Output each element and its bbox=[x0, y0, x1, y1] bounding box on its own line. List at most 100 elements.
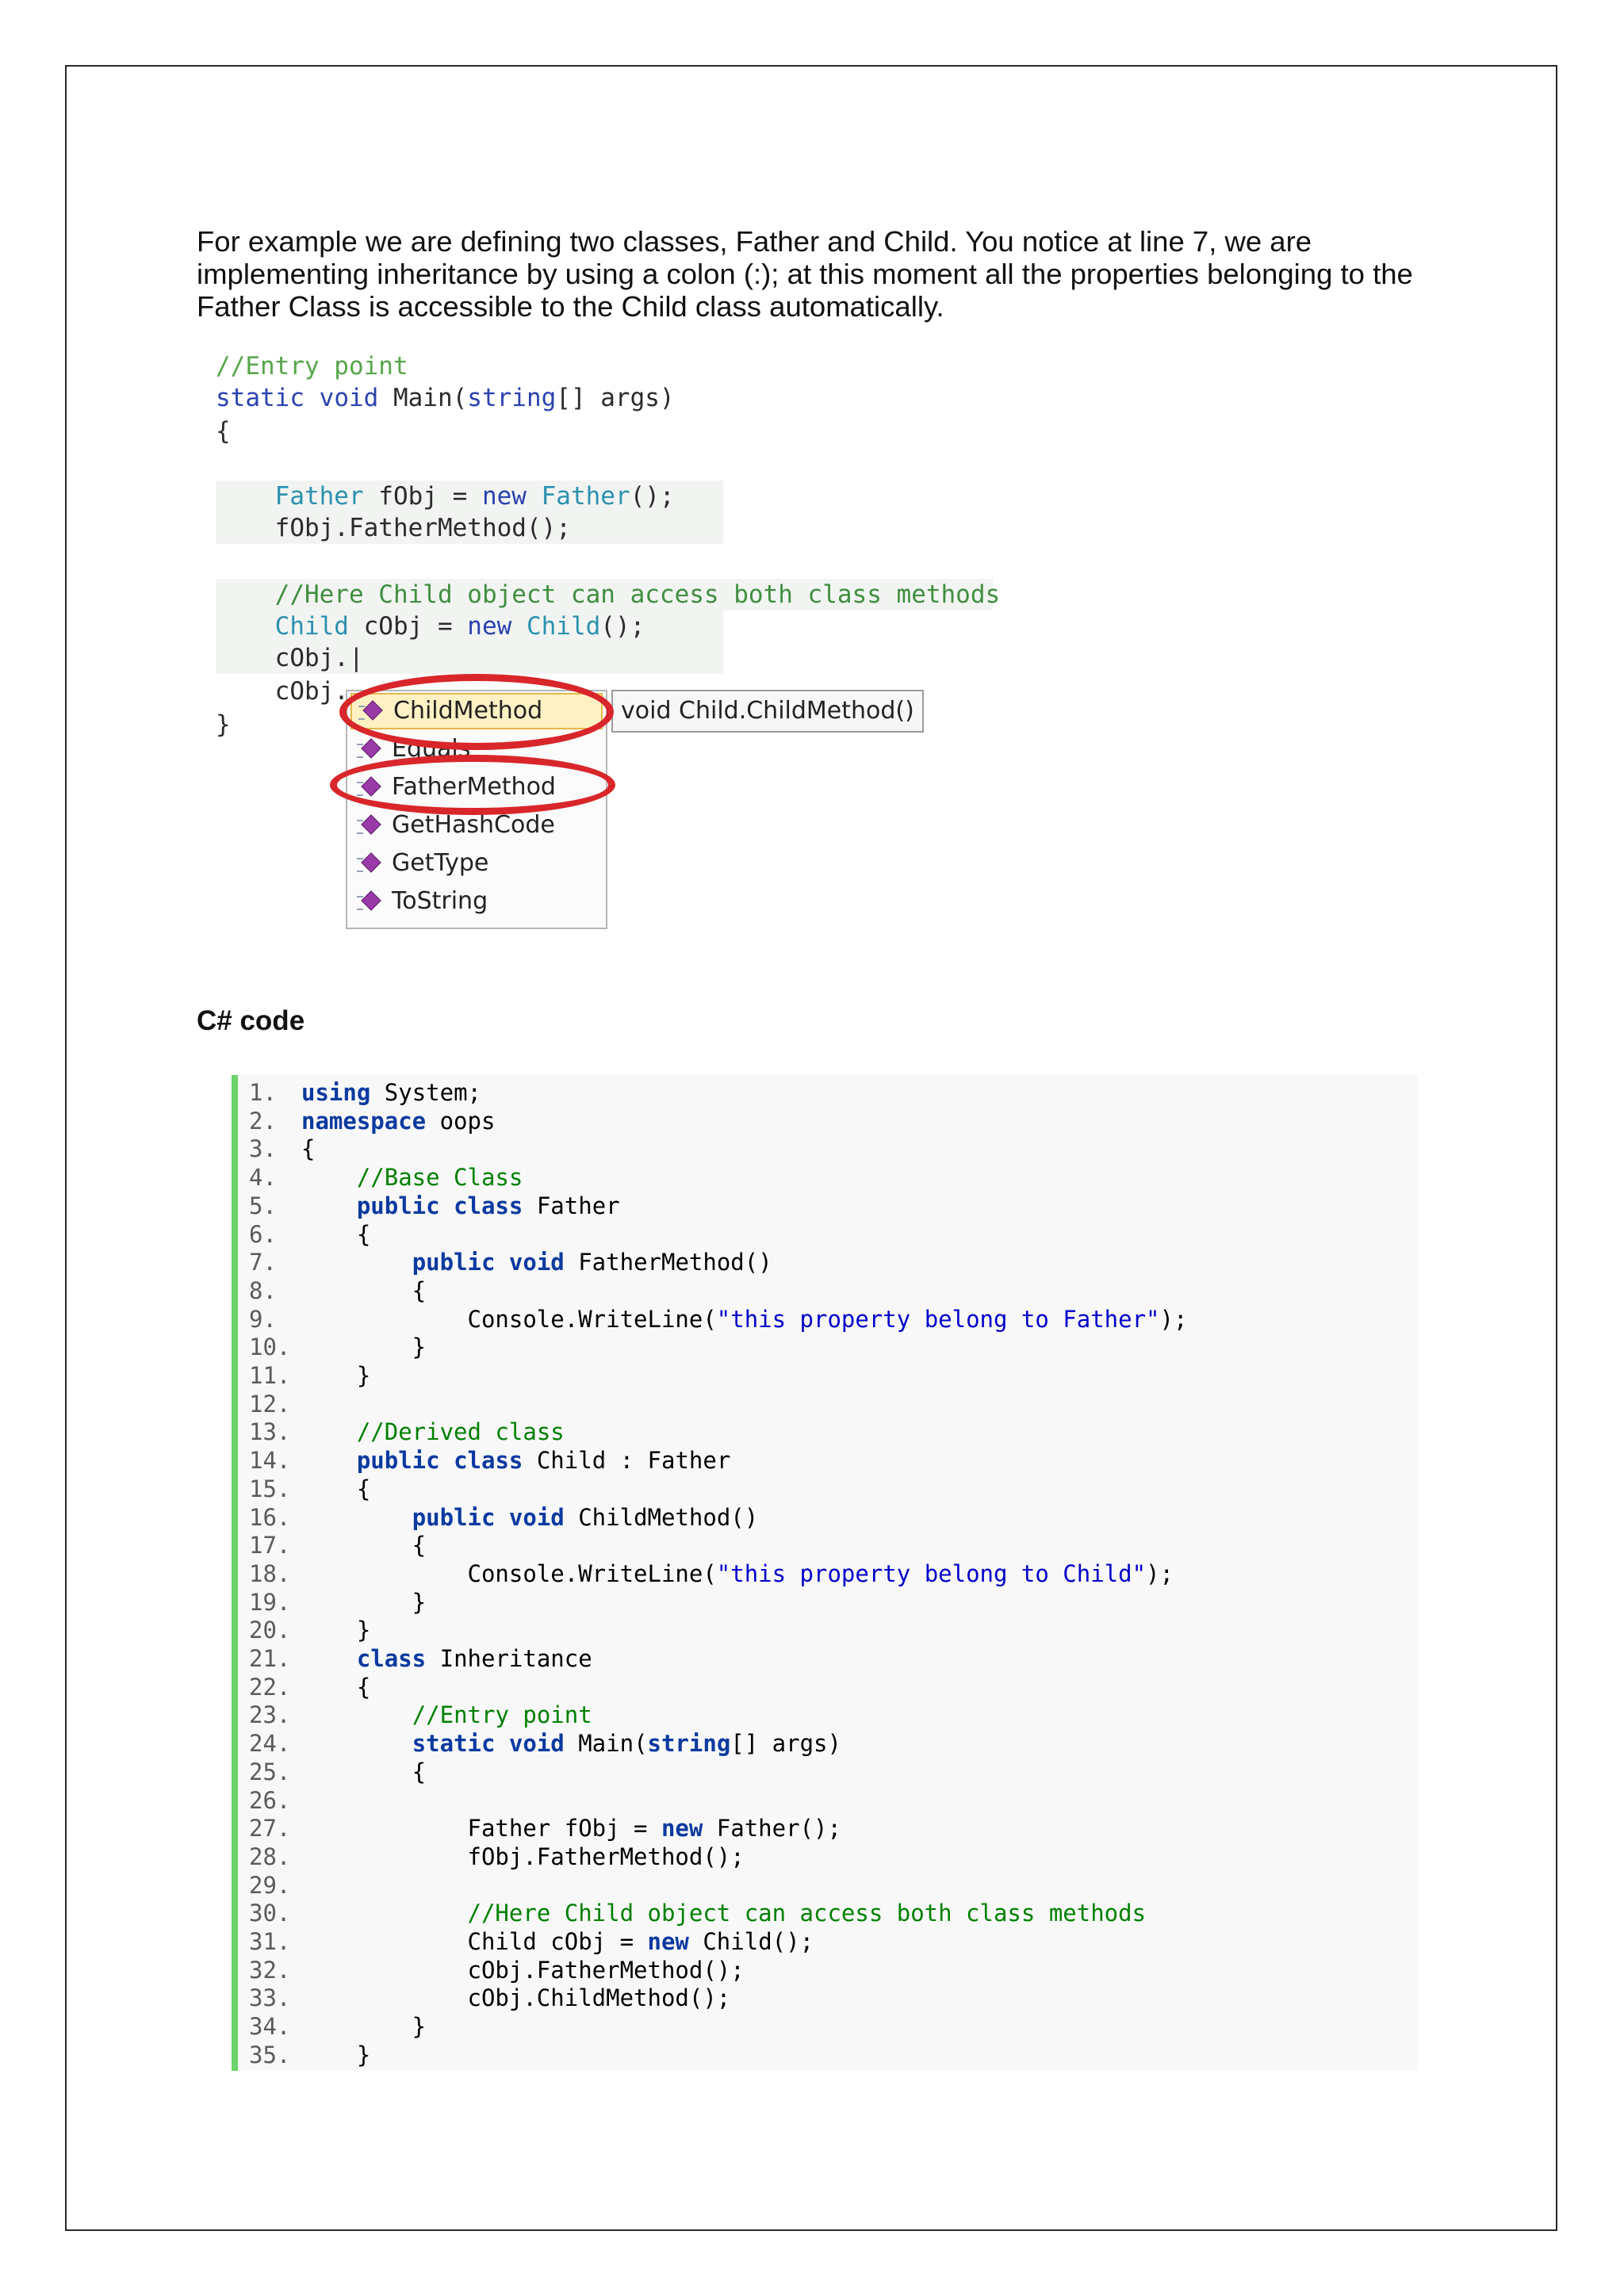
line-number: 12. bbox=[249, 1390, 291, 1418]
code-text: } bbox=[301, 2041, 371, 2068]
line-number: 20. bbox=[249, 1617, 291, 1644]
line-number: 35. bbox=[249, 2041, 291, 2068]
code-line: 1. using System; bbox=[249, 1078, 481, 1107]
code-text: using System; bbox=[301, 1079, 481, 1106]
ide-line-11: cObj. bbox=[216, 677, 349, 706]
code-line: 25. { bbox=[249, 1758, 426, 1786]
line-number: 25. bbox=[249, 1758, 291, 1785]
code-text: { bbox=[301, 1135, 316, 1163]
line-number: 32. bbox=[249, 1956, 291, 1984]
line-number: 16. bbox=[249, 1503, 291, 1531]
code-text: } bbox=[301, 1362, 371, 1389]
code-line: 6. { bbox=[249, 1220, 370, 1249]
code-line: 32. cObj.FatherMethod(); bbox=[249, 1956, 745, 1984]
code-text: fObj.FatherMethod(); bbox=[301, 1843, 745, 1870]
ide-line-1: //Entry point bbox=[216, 352, 408, 381]
line-number: 6. bbox=[249, 1220, 277, 1248]
code-line: 16. public void ChildMethod() bbox=[249, 1503, 758, 1532]
code-line: 23. //Entry point bbox=[249, 1701, 592, 1729]
code-text: //Base Class bbox=[356, 1164, 523, 1192]
ide-line-5: Father fObj = new Father(); bbox=[216, 480, 723, 512]
line-number: 14. bbox=[249, 1447, 291, 1475]
code-text: cObj.FatherMethod(); bbox=[301, 1956, 745, 1984]
code-line: 28. fObj.FatherMethod(); bbox=[249, 1843, 745, 1871]
code-line: 27. Father fObj = new Father(); bbox=[249, 1814, 841, 1843]
ide-line-10: cObj.| bbox=[216, 642, 723, 674]
code-line: 2. namespace oops bbox=[249, 1107, 495, 1135]
code-line: 15. { bbox=[249, 1475, 370, 1503]
method-icon bbox=[357, 851, 381, 875]
line-number: 11. bbox=[249, 1362, 291, 1389]
code-text: public void ChildMethod() bbox=[412, 1503, 759, 1531]
code-text: Child cObj = new Child(); bbox=[301, 1928, 814, 1955]
method-icon bbox=[357, 737, 381, 761]
line-number: 8. bbox=[249, 1276, 277, 1304]
code-line: 13. //Derived class bbox=[249, 1418, 565, 1446]
code-text: public void FatherMethod() bbox=[412, 1249, 772, 1276]
code-line: 3. { bbox=[249, 1135, 315, 1163]
code-listing: 1. using System; 2. namespace oops 3. {4. //B… bbox=[232, 1075, 1418, 2071]
line-number: 13. bbox=[249, 1418, 291, 1446]
line-number: 31. bbox=[249, 1928, 291, 1955]
code-line: 21. class Inheritance bbox=[249, 1644, 592, 1673]
line-number: 15. bbox=[249, 1475, 291, 1502]
line-number: 30. bbox=[249, 1900, 291, 1927]
line-number: 24. bbox=[249, 1730, 291, 1758]
code-line: 18. Console.WriteLine("this property bel… bbox=[249, 1559, 1174, 1588]
code-line: 14. public class Child : Father bbox=[249, 1446, 730, 1475]
code-line: 30. //Here Child object can access both … bbox=[249, 1899, 1146, 1927]
method-icon bbox=[357, 813, 381, 837]
code-text: //Here Child object can access both clas… bbox=[467, 1900, 1147, 1927]
line-number: 21. bbox=[249, 1645, 291, 1672]
line-number: 23. bbox=[249, 1701, 291, 1729]
code-line: 7. public void FatherMethod() bbox=[249, 1248, 772, 1276]
ide-line-8: //Here Child object can access both clas… bbox=[216, 579, 1000, 610]
ide-line-3: { bbox=[216, 417, 231, 446]
line-number: 22. bbox=[249, 1673, 291, 1701]
line-number: 17. bbox=[249, 1532, 291, 1559]
line-number: 10. bbox=[249, 1334, 291, 1361]
line-number: 3. bbox=[249, 1135, 277, 1163]
line-number: 4. bbox=[249, 1164, 277, 1192]
code-line: 5. public class Father bbox=[249, 1192, 620, 1220]
line-number: 7. bbox=[249, 1249, 277, 1276]
highlight-ellipse-fathermethod bbox=[330, 755, 615, 815]
line-number: 1. bbox=[249, 1079, 277, 1106]
code-text: { bbox=[301, 1532, 427, 1559]
code-text: Console.WriteLine("this property belong … bbox=[301, 1305, 1188, 1333]
intro-paragraph: For example we are defining two classes,… bbox=[197, 225, 1413, 323]
code-line: 4. //Base Class bbox=[249, 1163, 523, 1192]
code-line: 10. } bbox=[249, 1333, 426, 1361]
code-line: 29. bbox=[249, 1871, 301, 1900]
line-number: 5. bbox=[249, 1192, 277, 1219]
code-line: 19. } bbox=[249, 1588, 426, 1617]
code-text: { bbox=[301, 1276, 427, 1304]
completion-item[interactable]: ToString bbox=[350, 883, 603, 920]
code-line: 31. Child cObj = new Child(); bbox=[249, 1927, 814, 1956]
code-line: 22. { bbox=[249, 1673, 370, 1701]
code-text: static void Main(string[] args) bbox=[412, 1730, 841, 1758]
highlight-ellipse-childmethod bbox=[339, 674, 614, 750]
code-text: namespace oops bbox=[301, 1107, 496, 1135]
code-text: public class Child : Father bbox=[356, 1447, 731, 1475]
code-line: 24. static void Main(string[] args) bbox=[249, 1729, 841, 1758]
code-text: cObj.ChildMethod(); bbox=[301, 1984, 731, 2012]
code-text: //Entry point bbox=[412, 1701, 592, 1729]
ide-line-9: Child cObj = new Child(); bbox=[216, 610, 723, 642]
code-text: } bbox=[301, 1588, 427, 1616]
ide-line-6: fObj.FatherMethod(); bbox=[216, 512, 723, 544]
code-line: 34. } bbox=[249, 2012, 426, 2041]
method-tooltip: void Child.ChildMethod() bbox=[611, 690, 924, 733]
completion-item[interactable]: GetType bbox=[350, 845, 603, 882]
line-number: 34. bbox=[249, 2013, 291, 2041]
code-text: } bbox=[301, 1617, 371, 1644]
line-number: 9. bbox=[249, 1305, 277, 1333]
method-icon bbox=[357, 890, 381, 913]
code-line: 8. { bbox=[249, 1276, 426, 1305]
code-text: } bbox=[301, 1334, 427, 1361]
code-line: 20. } bbox=[249, 1616, 370, 1644]
line-number: 29. bbox=[249, 1871, 291, 1899]
code-text: { bbox=[301, 1475, 371, 1502]
code-text: } bbox=[301, 2013, 427, 2041]
code-text: class Inheritance bbox=[356, 1645, 592, 1672]
